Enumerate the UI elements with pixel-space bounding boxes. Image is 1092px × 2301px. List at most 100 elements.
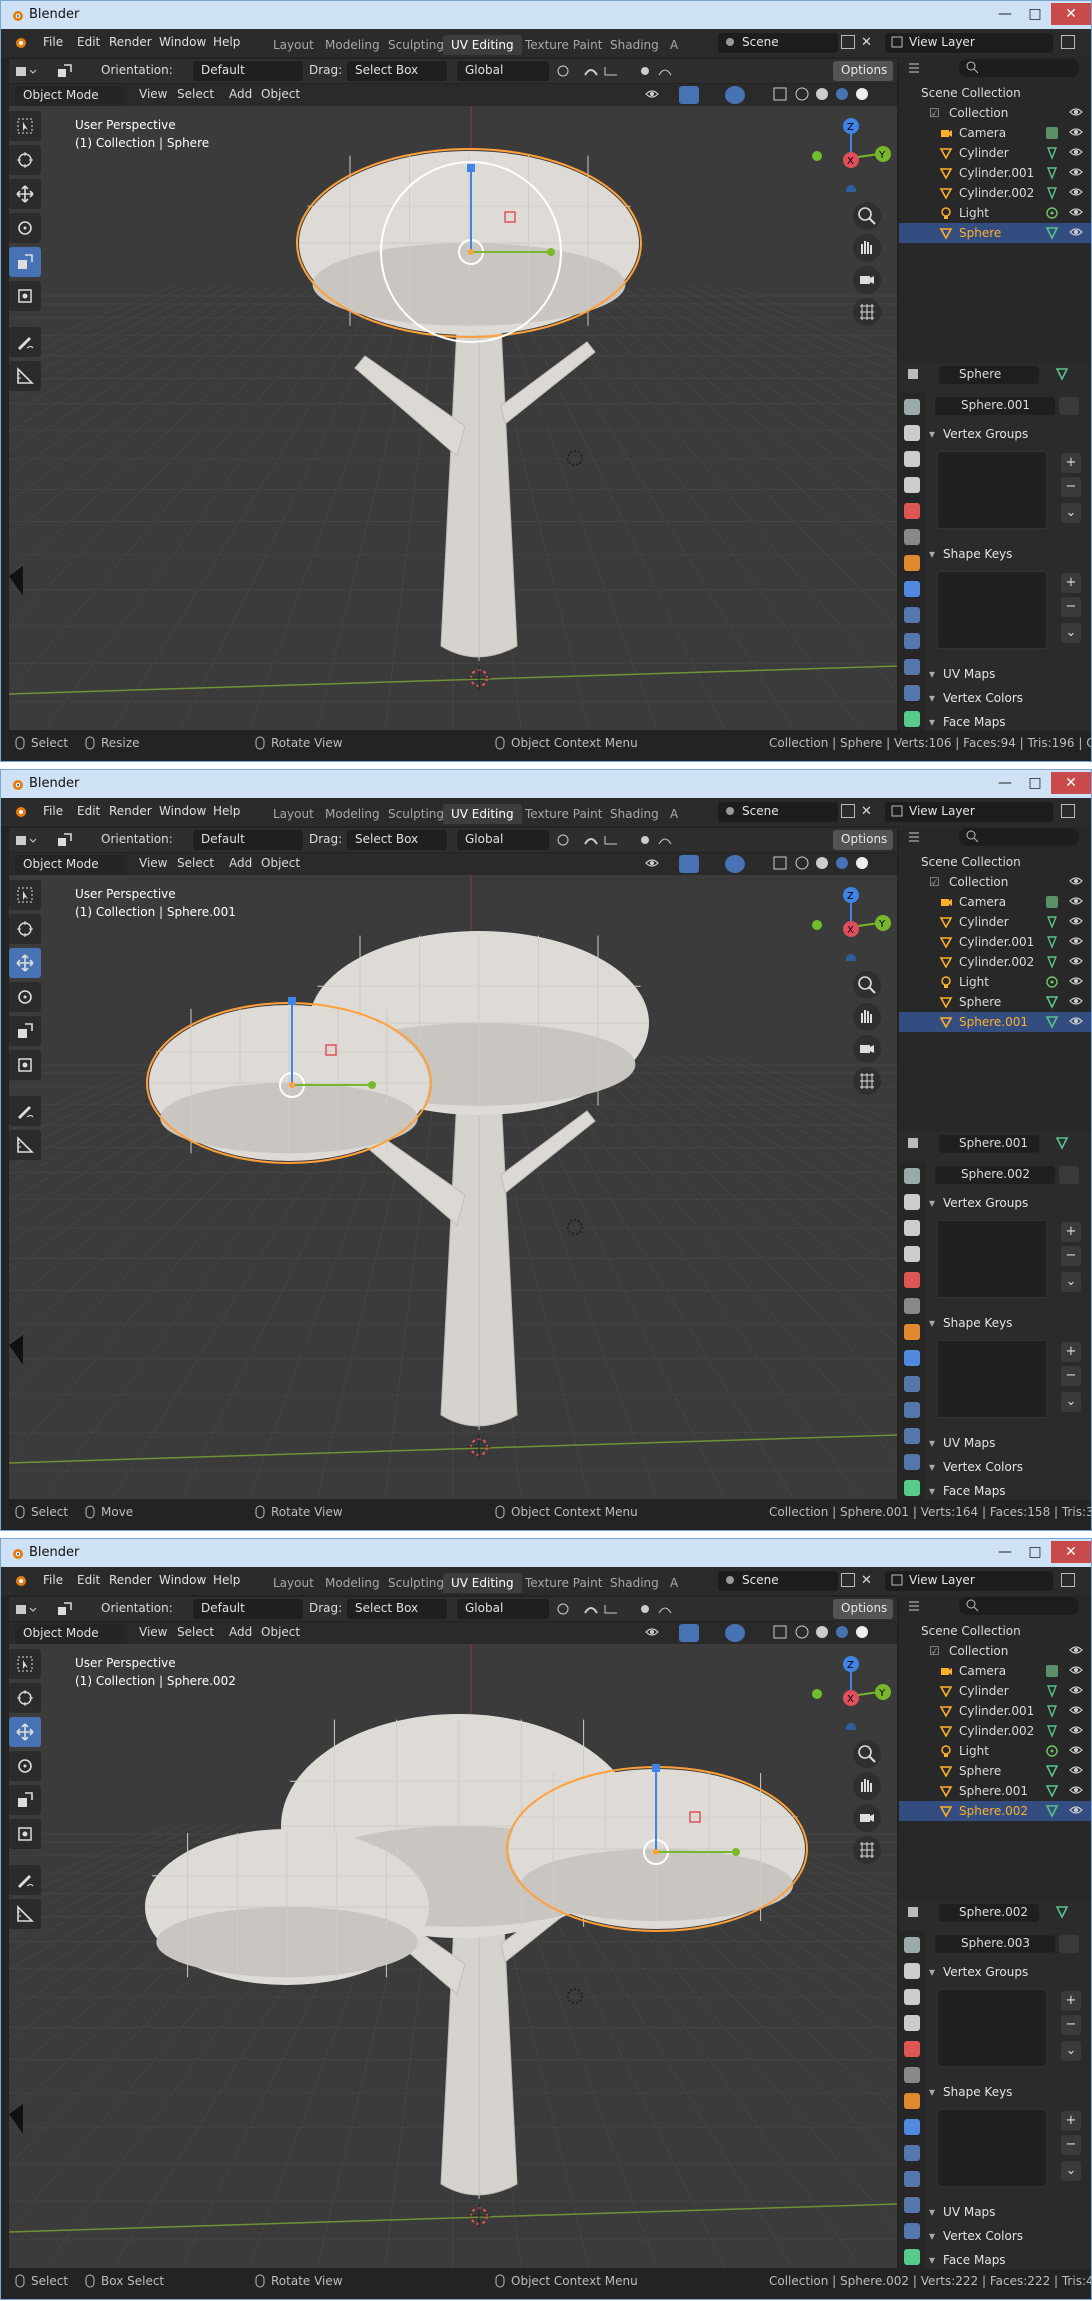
tool-annotate[interactable] (9, 1096, 41, 1126)
vertex-groups-list[interactable] (937, 1989, 1047, 2067)
active-tool-icon[interactable] (57, 832, 73, 851)
view-layer-selector[interactable]: View Layer (885, 33, 1053, 53)
menu-window[interactable]: Window (159, 804, 206, 818)
properties-editor-icon[interactable] (907, 1136, 931, 1153)
menu-file[interactable]: File (43, 35, 63, 49)
outliner-object-row[interactable]: Camera (899, 1661, 1091, 1681)
properties-tab-icon[interactable] (904, 425, 920, 441)
workspace-tab[interactable]: UV Editing (443, 1573, 522, 1593)
properties-tab-icon[interactable] (904, 1298, 920, 1314)
workspace-tab[interactable]: Shading (602, 35, 667, 55)
tool-rotate[interactable] (9, 1751, 41, 1781)
properties-tab-icon[interactable] (904, 1194, 920, 1210)
mesh-name-field[interactable]: Sphere.003 (935, 1935, 1055, 1953)
shading-solid-icon[interactable] (815, 1625, 829, 1642)
proportional-editing-icon[interactable] (639, 832, 679, 851)
viewport-menu-add[interactable]: Add (229, 856, 252, 870)
properties-panel-header[interactable]: ▾ Vertex Groups (929, 427, 1089, 447)
workspace-tab[interactable]: Sculpting (380, 35, 452, 55)
blender-menu-icon[interactable] (11, 35, 29, 52)
properties-panel-header[interactable]: ▾ Vertex Colors (929, 691, 1089, 711)
tool-cursor[interactable] (9, 1683, 41, 1713)
3d-viewport[interactable]: User Perspective (1) Collection | Sphere… (9, 875, 897, 1499)
eye-icon[interactable] (1069, 894, 1083, 911)
tool-type-icon[interactable] (15, 63, 39, 82)
add-shape-key-button[interactable]: + (1061, 1342, 1081, 1362)
blender-menu-icon[interactable] (11, 804, 29, 821)
shading-rendered-icon[interactable] (855, 87, 869, 104)
properties-tab-icon[interactable] (904, 503, 920, 519)
visibility-icon[interactable] (645, 856, 659, 873)
overlay-toggle-icon[interactable] (725, 1624, 745, 1642)
fake-user-shield-icon[interactable] (1059, 397, 1079, 415)
gizmo-toggle-icon[interactable] (679, 86, 699, 104)
new-view-layer-icon[interactable] (1061, 35, 1075, 49)
properties-tab-icon[interactable] (904, 1937, 920, 1953)
vertex-groups-list[interactable] (937, 451, 1047, 529)
overlay-toggle-icon[interactable] (725, 86, 745, 104)
options-button[interactable]: Options (833, 1599, 893, 1619)
axis-gizmo-icon[interactable]: Z Y X (811, 1650, 891, 1733)
orientation-dropdown[interactable]: Default (193, 830, 303, 850)
add-vertex-group-button[interactable]: + (1061, 453, 1081, 473)
visibility-icon[interactable] (645, 1625, 659, 1642)
outliner-object-row[interactable]: Cylinder (899, 143, 1091, 163)
mode-dropdown[interactable]: Object Mode (15, 855, 127, 875)
outliner-object-row[interactable]: Camera (899, 892, 1091, 912)
new-scene-icon[interactable] (841, 35, 855, 49)
delete-scene-icon[interactable]: ✕ (861, 35, 872, 50)
properties-tab-icon[interactable] (904, 451, 920, 467)
workspace-tab[interactable]: A (662, 35, 686, 55)
3d-viewport[interactable]: User Perspective (1) Collection | Sphere… (9, 1644, 897, 2268)
title-bar[interactable]: Blender — □ ✕ (1, 1, 1091, 29)
outliner-object-row[interactable]: Sphere (899, 223, 1091, 243)
viewport-menu-view[interactable]: View (139, 1625, 167, 1639)
outliner-root-row[interactable]: Scene Collection (899, 1621, 1091, 1641)
eye-icon[interactable] (1069, 225, 1083, 242)
menu-render[interactable]: Render (109, 1573, 152, 1587)
properties-tab-icon[interactable] (904, 1324, 920, 1340)
properties-panel-header[interactable]: ▾ UV Maps (929, 2205, 1089, 2225)
outliner-object-row[interactable]: Light (899, 972, 1091, 992)
orientation-dropdown[interactable]: Default (193, 1599, 303, 1619)
ortho-grid-icon[interactable] (853, 298, 881, 326)
viewport-menu-object[interactable]: Object (261, 856, 300, 870)
maximize-button[interactable]: □ (1021, 3, 1049, 25)
properties-tab-icon[interactable] (904, 1376, 920, 1392)
viewport-menu-object[interactable]: Object (261, 87, 300, 101)
eye-icon[interactable] (1069, 1703, 1083, 1720)
active-tool-icon[interactable] (57, 1601, 73, 1620)
eye-icon[interactable] (1069, 1803, 1083, 1820)
workspace-tab[interactable]: Layout (265, 35, 322, 55)
properties-tab-icon[interactable] (904, 477, 920, 493)
properties-tab-icon[interactable] (904, 2015, 920, 2031)
workspace-tab[interactable]: Texture Paint (517, 804, 610, 824)
title-bar[interactable]: Blender — □ ✕ (1, 1539, 1091, 1567)
eye-icon[interactable] (1069, 1743, 1083, 1760)
transform-orientation-dropdown[interactable]: Global (457, 61, 549, 81)
properties-tab-icon[interactable] (904, 1963, 920, 1979)
delete-scene-icon[interactable]: ✕ (861, 1573, 872, 1588)
tool-move[interactable] (9, 1717, 41, 1747)
transform-orientation-dropdown[interactable]: Global (457, 1599, 549, 1619)
view-layer-selector[interactable]: View Layer (885, 802, 1053, 822)
view-layer-selector[interactable]: View Layer (885, 1571, 1053, 1591)
gizmo-toggle-icon[interactable] (679, 855, 699, 873)
add-shape-key-button[interactable]: + (1061, 573, 1081, 593)
workspace-tab[interactable]: Layout (265, 804, 322, 824)
mesh-name-field[interactable]: Sphere.002 (935, 1166, 1055, 1184)
new-view-layer-icon[interactable] (1061, 804, 1075, 818)
properties-panel-header[interactable]: ▾ Vertex Groups (929, 1196, 1089, 1216)
menu-edit[interactable]: Edit (77, 804, 100, 818)
shading-solid-icon[interactable] (815, 856, 829, 873)
outliner-object-row[interactable]: Cylinder.001 (899, 1701, 1091, 1721)
outliner-object-row[interactable]: Cylinder.001 (899, 932, 1091, 952)
eye-icon[interactable] (1069, 105, 1083, 122)
object-name-field[interactable]: Sphere (939, 366, 1039, 384)
properties-tab-icon[interactable] (904, 529, 920, 545)
tool-select[interactable] (9, 880, 41, 910)
shading-solid-icon[interactable] (815, 87, 829, 104)
shading-wireframe-icon[interactable] (795, 856, 809, 873)
drag-dropdown[interactable]: Select Box (347, 1599, 447, 1619)
outliner-object-row[interactable]: Cylinder (899, 1681, 1091, 1701)
